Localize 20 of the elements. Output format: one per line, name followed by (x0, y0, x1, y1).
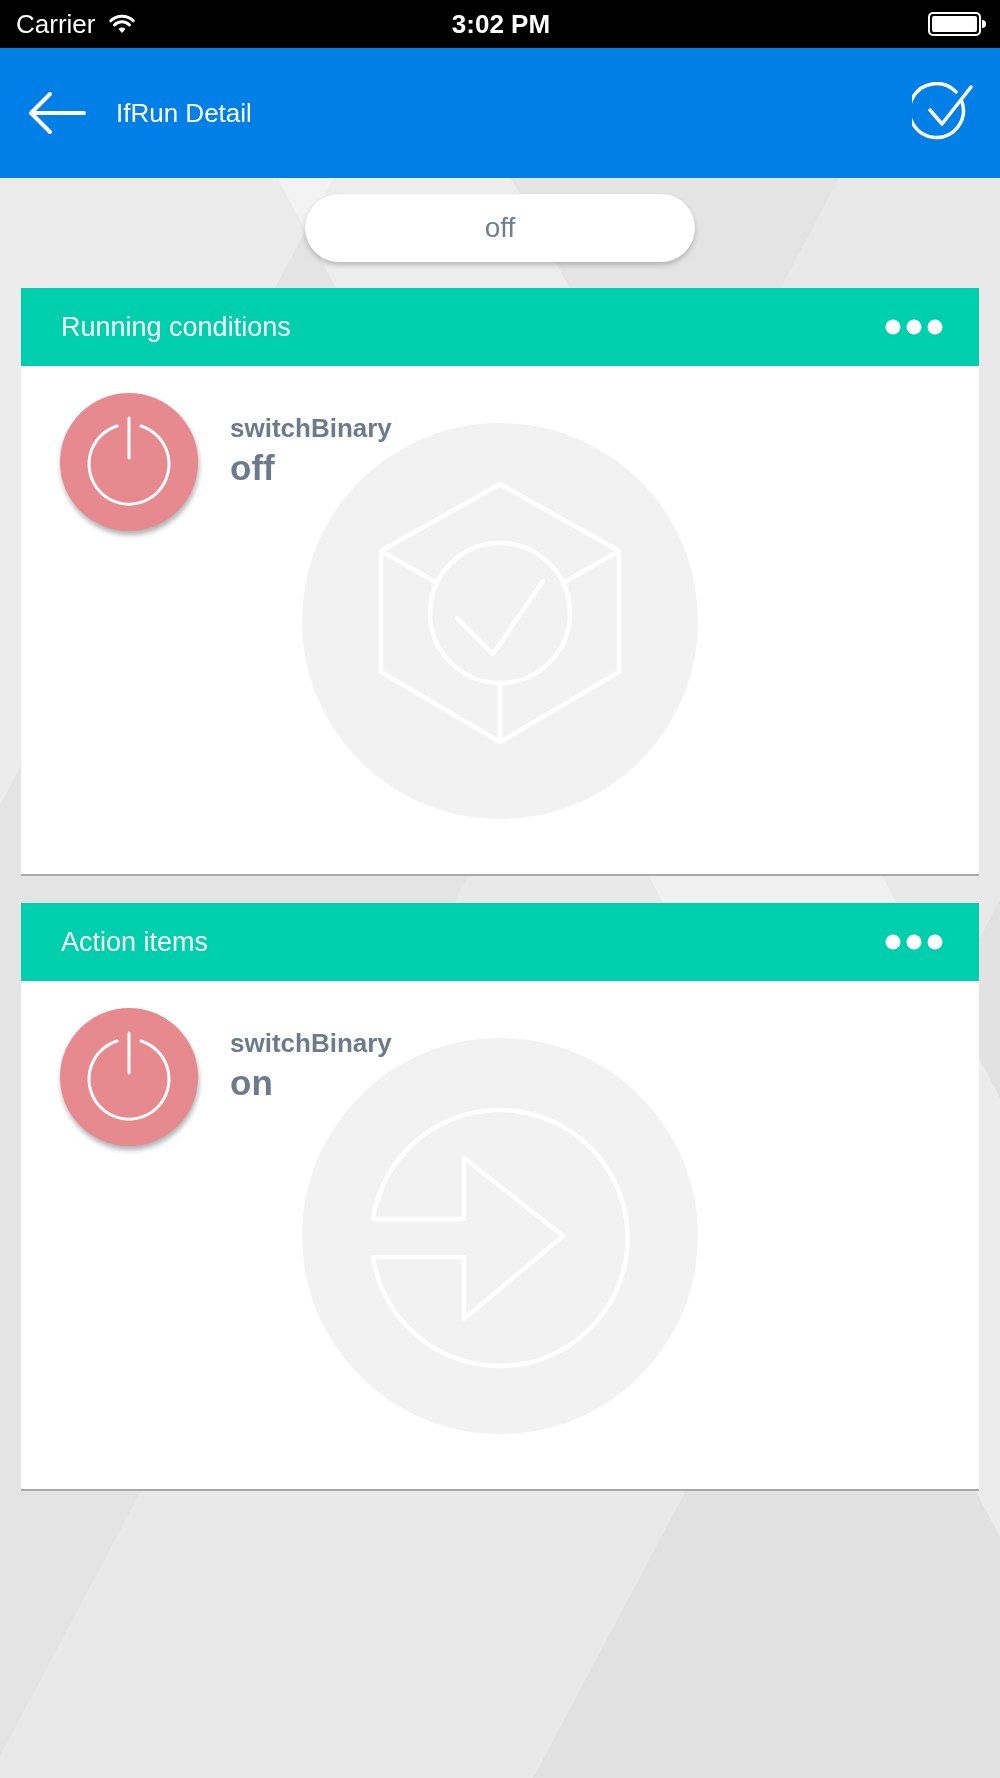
device-value: off (230, 448, 276, 488)
device-value: on (230, 1063, 274, 1103)
power-icon (85, 1031, 173, 1123)
more-icon (885, 934, 943, 950)
header-title: IfRun Detail (116, 97, 253, 129)
card-title: Action items (61, 926, 209, 958)
power-icon (85, 416, 173, 508)
back-arrow-icon (28, 91, 86, 135)
wifi-icon (109, 14, 136, 34)
state-button[interactable]: off (305, 194, 695, 262)
device-name: switchBinary (230, 1028, 392, 1059)
battery-icon (928, 12, 986, 36)
status-time: 3:02 PM (451, 8, 551, 40)
back-button[interactable] (28, 91, 86, 135)
more-icon (885, 319, 943, 335)
more-button[interactable] (885, 934, 943, 950)
more-button[interactable] (885, 319, 943, 335)
card-title: Running conditions (61, 311, 291, 343)
carrier-label: Carrier (16, 8, 96, 40)
device-name: switchBinary (230, 413, 392, 444)
